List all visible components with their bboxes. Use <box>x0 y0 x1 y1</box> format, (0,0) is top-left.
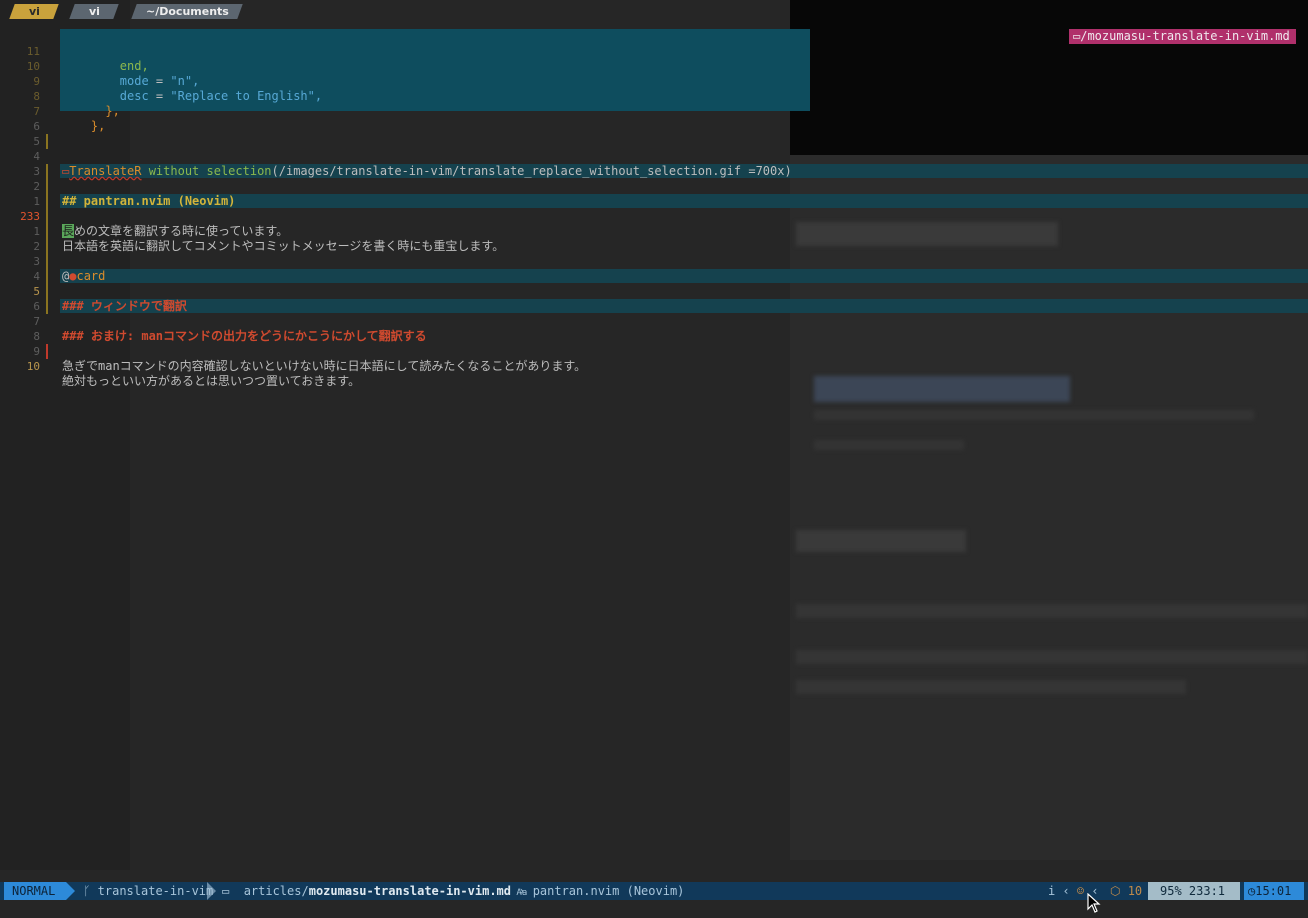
diagnostics-count: ⬡ 10 <box>1110 884 1143 898</box>
terminal-window: vi vi ~/Documents 11 end, 10 mode = "n",… <box>0 0 1308 918</box>
code-string: "n", <box>170 74 200 88</box>
editor-line-current: 233 長めの文章を翻訳する時に使っています。 <box>0 194 288 238</box>
code-key: mode <box>62 74 149 88</box>
code-text: }, <box>62 119 106 133</box>
editor-line: 7 }, <box>0 89 105 133</box>
powerline-separator <box>207 882 216 900</box>
tmux-tab-bar: vi vi ~/Documents <box>0 0 1308 24</box>
code-operator: = <box>148 74 171 88</box>
card-label: card <box>76 269 106 283</box>
branch-icon: ᚴ <box>76 884 98 898</box>
editor-line: 10 絶対もっといい方があるとは思いつつ置いておきます。 <box>0 344 360 388</box>
editor-line: 3 <box>0 149 43 178</box>
tab-vi-active[interactable]: vi <box>9 4 59 19</box>
powerline-separator <box>66 882 75 900</box>
statusline: NORMAL ᚴ translate-in-vim ▭ articles/moz… <box>0 882 1308 900</box>
link-text: without selection <box>141 164 272 178</box>
code-text: mode = "n", <box>62 74 200 89</box>
editor-line: 9 急ぎでmanコマンドの内容確認しないといけない時に日本語にして読みたくなるこ… <box>0 329 586 373</box>
editor-line: 1 日本語を英語に翻訳してコメントやコミットメッセージを書く時にも重宝します。 <box>0 209 504 253</box>
tab-documents[interactable]: ~/Documents <box>131 4 243 19</box>
paragraph-text: 絶対もっといい方があるとは思いつつ置いておきます。 <box>62 374 361 388</box>
package-icon: ⬡ <box>1110 884 1128 898</box>
editor-line: 7 ### おまけ: manコマンドの出力をどうにかこうにかして翻訳する <box>0 299 426 343</box>
file-path: ▭ articles/mozumasu-translate-in-vim.md … <box>222 884 526 898</box>
code-operator: = <box>148 89 171 103</box>
editor-line: 10 mode = "n", <box>0 44 200 88</box>
line-number: 10 <box>26 360 40 373</box>
code-string: "Replace to English", <box>170 89 323 103</box>
file-icon: ▭ <box>222 884 244 898</box>
markdown-heading: ### ウィンドウで翻訳 <box>62 299 187 313</box>
file-name-tag: ▭/mozumasu-translate-in-vim.md <box>1069 29 1296 44</box>
breadcrumb: Aa pantran.nvim (Neovim) <box>511 884 685 898</box>
git-sign-delete <box>46 344 48 359</box>
markdown-image-link[interactable]: ▭TranslateR without selection(/images/tr… <box>62 164 792 179</box>
editor-line: 1 <box>0 179 43 208</box>
editor-line: 3 @●card <box>0 239 105 283</box>
editor-line: 2 <box>0 224 43 253</box>
paragraph-text: 長めの文章を翻訳する時に使っています。 <box>62 224 289 238</box>
paragraph-text: 急ぎでmanコマンドの内容確認しないといけない時に日本語にして読みたくなることが… <box>62 359 587 373</box>
code-text: desc = "Replace to English", <box>62 89 322 104</box>
editor-line: 8 }, <box>0 74 119 118</box>
heading-icon: Aa <box>511 888 533 898</box>
editor-line: 5 <box>0 119 43 148</box>
paragraph-text: 日本語を英語に翻訳してコメントやコミットメッセージを書く時にも重宝します。 <box>62 239 505 253</box>
card-embed: @●card <box>62 269 106 283</box>
mouse-pointer-icon <box>1087 893 1101 913</box>
code-key: desc <box>62 89 149 103</box>
git-sign-change <box>46 134 48 149</box>
code-text: end, <box>62 59 149 73</box>
markdown-heading: ### おまけ: manコマンドの出力をどうにかこうにかして翻訳する <box>62 329 427 343</box>
git-sign-change <box>46 164 48 314</box>
code-text: }, <box>62 104 120 118</box>
link-text: TranslateR <box>69 164 142 178</box>
editor-line: 4 ▭TranslateR without selection(/images/… <box>0 134 791 178</box>
command-line[interactable] <box>0 900 1308 918</box>
cursorline-highlight <box>60 194 1308 208</box>
markdown-heading: ## pantran.nvim (Neovim) <box>62 194 236 208</box>
editor-line: 6 <box>0 284 43 313</box>
cursor-position: 95% 233:1 <box>1148 882 1240 900</box>
heading-highlight <box>60 269 1308 283</box>
mode-indicator: NORMAL <box>4 882 66 900</box>
text-cursor: 長 <box>62 224 75 238</box>
heading-highlight <box>60 299 1308 313</box>
editor-line: 11 end, <box>0 29 149 73</box>
editor-line: 6 <box>0 104 43 133</box>
editor-line: 8 <box>0 314 43 343</box>
clock: ◷15:01 <box>1244 882 1304 900</box>
editor-buffer[interactable]: 11 end, 10 mode = "n", 9 desc = "Replace… <box>0 29 1308 879</box>
editor-line: 5 ### ウィンドウで翻訳 <box>0 269 187 313</box>
editor-line: 4 <box>0 254 43 283</box>
editor-line: 2 ## pantran.nvim (Neovim) <box>0 164 235 208</box>
git-branch: ᚴ translate-in-vim <box>76 884 214 898</box>
editor-line: 9 desc = "Replace to English", <box>0 59 322 103</box>
link-path: (/images/translate-in-vim/translate_repl… <box>271 164 792 178</box>
tab-vi[interactable]: vi <box>69 4 119 19</box>
